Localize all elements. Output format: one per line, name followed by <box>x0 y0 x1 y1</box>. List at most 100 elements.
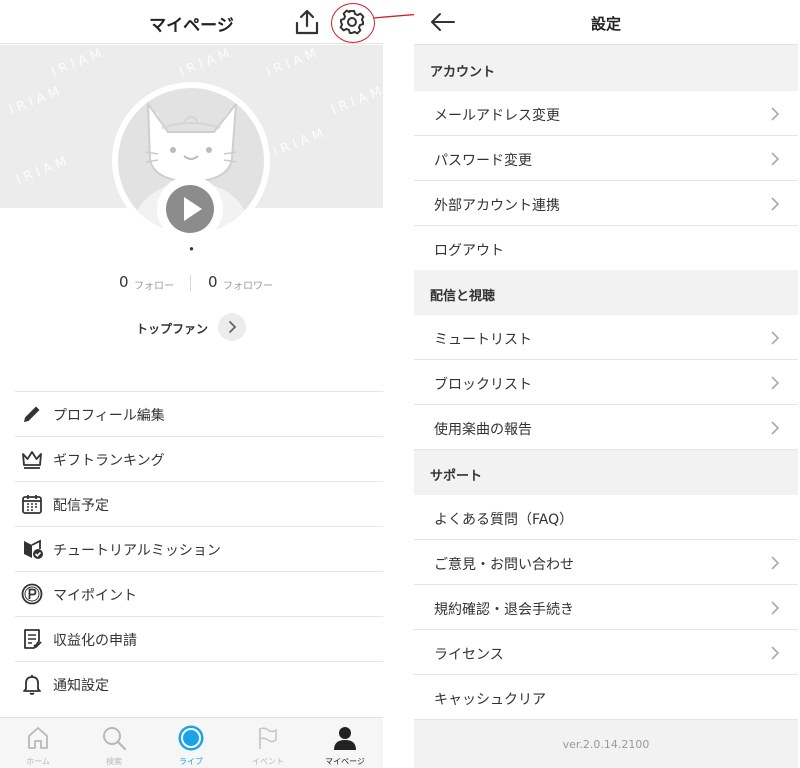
chevron-right-icon <box>771 331 780 345</box>
tab-search[interactable]: 検索 <box>76 718 152 768</box>
point-coin-icon <box>21 583 43 605</box>
tab-label: イベント <box>252 757 284 766</box>
watermark-text: IRIAM <box>177 45 236 81</box>
chevron-right-icon <box>771 107 780 121</box>
bottom-tab-bar: ホーム 検索 ライブ イベント マイページ <box>0 717 383 768</box>
follow-stats: 0 フォロー 0 フォロワー <box>0 273 383 293</box>
tab-label: 検索 <box>106 757 122 766</box>
crown-icon <box>22 451 42 469</box>
menu-item-label: チュートリアルミッション <box>53 543 221 559</box>
settings-row-terms[interactable]: 規約確認・退会手続き <box>414 585 798 630</box>
settings-header: 設定 <box>414 0 798 45</box>
calendar-icon <box>22 495 42 514</box>
following-count[interactable]: 0 <box>119 273 129 291</box>
row-label: ご意見・お問い合わせ <box>434 557 574 573</box>
menu-item-gift-ranking[interactable]: ギフトランキング <box>15 436 383 481</box>
flag-icon <box>259 727 277 749</box>
play-button[interactable] <box>157 176 223 242</box>
pencil-icon <box>24 406 40 422</box>
section-label: 配信と視聴 <box>430 289 496 304</box>
menu-item-tutorial[interactable]: チュートリアルミッション <box>15 526 383 571</box>
watermark-text: IRIAM <box>271 124 330 161</box>
my-page-screen: マイページ IRIAM IRIAM IRIAM IRIAM IRIAM IRIA… <box>0 0 383 768</box>
watermark-text: IRIAM <box>7 82 66 119</box>
watermark-text: IRIAM <box>264 45 323 81</box>
tab-my-page[interactable]: マイページ <box>307 718 383 768</box>
menu-item-schedule[interactable]: 配信予定 <box>15 481 383 526</box>
menu-item-label: ギフトランキング <box>53 453 165 469</box>
section-header-account: アカウント <box>414 46 798 91</box>
chevron-right-icon <box>771 376 780 390</box>
watermark-text: IRIAM <box>14 152 73 189</box>
menu-item-label: プロフィール編集 <box>53 408 165 424</box>
section-label: アカウント <box>430 65 496 80</box>
tab-label: ライブ <box>179 757 203 766</box>
menu-item-my-points[interactable]: マイポイント <box>15 571 383 616</box>
tab-home[interactable]: ホーム <box>0 718 76 768</box>
tab-event[interactable]: イベント <box>230 718 306 768</box>
settings-row-block-list[interactable]: ブロックリスト <box>414 360 798 405</box>
live-icon <box>178 725 204 751</box>
chevron-right-icon <box>771 601 780 615</box>
row-label: パスワード変更 <box>434 153 532 169</box>
play-icon <box>166 185 214 233</box>
settings-screen: 設定 アカウント メールアドレス変更 パスワード変更 外部アカウント連携 ログア… <box>414 0 798 768</box>
followers-count[interactable]: 0 <box>208 273 218 291</box>
section-header-support: サポート <box>414 450 798 495</box>
menu-item-profile-edit[interactable]: プロフィール編集 <box>15 391 383 436</box>
chevron-right-icon <box>771 421 780 435</box>
chevron-right-icon <box>771 556 780 570</box>
section-header-streaming: 配信と視聴 <box>414 270 798 315</box>
section-label: サポート <box>430 469 483 484</box>
menu-item-label: 通知設定 <box>53 678 109 694</box>
settings-row-license[interactable]: ライセンス <box>414 630 798 675</box>
settings-row-email[interactable]: メールアドレス変更 <box>414 91 798 136</box>
my-page-header: マイページ <box>0 0 383 44</box>
page-title: マイページ <box>149 16 234 36</box>
settings-row-external-accounts[interactable]: 外部アカウント連携 <box>414 181 798 226</box>
settings-title: 設定 <box>590 15 621 33</box>
watermark-text: IRIAM <box>329 82 383 119</box>
row-label: メールアドレス変更 <box>434 108 560 124</box>
row-label: ライセンス <box>434 647 504 663</box>
row-label: 規約確認・退会手続き <box>434 602 574 618</box>
settings-row-music-report[interactable]: 使用楽曲の報告 <box>414 405 798 450</box>
bell-icon <box>23 675 41 695</box>
my-page-menu: プロフィール編集 ギフトランキング 配信予定 チュートリアルミッション マイポイ… <box>15 391 383 706</box>
row-label: 使用楽曲の報告 <box>434 422 532 438</box>
followers-label[interactable]: フォロワー <box>223 277 273 292</box>
tab-label: マイページ <box>325 757 365 766</box>
menu-item-notification-settings[interactable]: 通知設定 <box>15 661 383 706</box>
watermark-text: IRIAM <box>49 45 108 81</box>
row-label: ミュートリスト <box>434 332 532 348</box>
menu-item-label: 収益化の申請 <box>53 633 137 649</box>
settings-row-mute-list[interactable]: ミュートリスト <box>414 315 798 360</box>
settings-row-password[interactable]: パスワード変更 <box>414 136 798 181</box>
top-fan-button[interactable] <box>218 313 246 341</box>
row-label: ブロックリスト <box>434 377 532 393</box>
settings-row-contact[interactable]: ご意見・お問い合わせ <box>414 540 798 585</box>
username: ・ <box>183 240 200 259</box>
home-icon <box>28 727 48 749</box>
menu-item-label: マイポイント <box>53 588 137 604</box>
menu-item-label: 配信予定 <box>53 498 109 514</box>
settings-row-faq[interactable]: よくある質問（FAQ） <box>414 495 798 540</box>
chevron-right-icon <box>771 152 780 166</box>
document-check-icon <box>24 629 42 649</box>
row-label: ログアウト <box>434 243 504 259</box>
settings-row-clear-cache[interactable]: キャッシュクリア <box>414 675 798 720</box>
menu-item-monetization[interactable]: 収益化の申請 <box>15 616 383 661</box>
tab-label: ホーム <box>26 757 50 766</box>
following-label[interactable]: フォロー <box>134 277 174 292</box>
chevron-right-icon <box>229 321 237 333</box>
search-icon <box>103 727 127 751</box>
tab-live[interactable]: ライブ <box>153 718 229 768</box>
top-fan-label[interactable]: トップファン <box>136 320 208 337</box>
row-label: キャッシュクリア <box>434 692 546 708</box>
settings-row-logout[interactable]: ログアウト <box>414 226 798 271</box>
stats-divider <box>190 275 191 291</box>
row-label: 外部アカウント連携 <box>434 198 560 214</box>
row-label: よくある質問（FAQ） <box>434 512 574 528</box>
app-version: ver.2.0.14.2100 <box>562 738 650 751</box>
share-icon[interactable] <box>293 8 321 36</box>
